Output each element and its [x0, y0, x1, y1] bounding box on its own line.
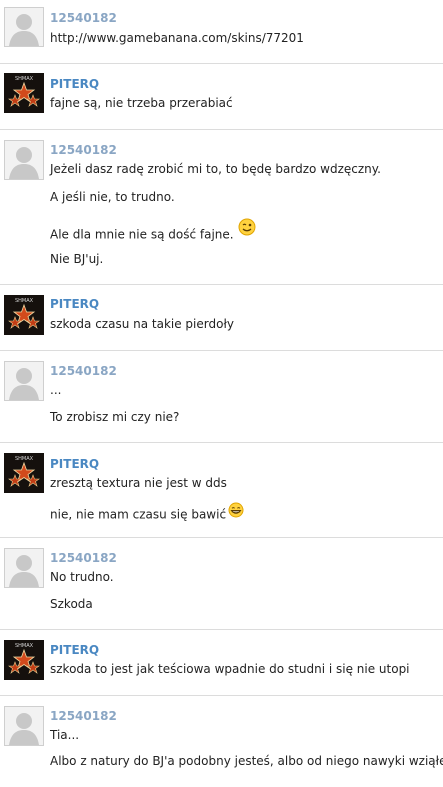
- author-name[interactable]: 12540182: [50, 143, 117, 157]
- author-name[interactable]: 12540182: [50, 551, 117, 565]
- star-logo-avatar-icon[interactable]: SHMAX: [4, 640, 44, 680]
- author-name[interactable]: PITERQ: [50, 297, 99, 311]
- svg-text:SHMAX: SHMAX: [15, 298, 34, 304]
- chat-log: 12540182 http://www.gamebanana.com/skins…: [0, 0, 443, 787]
- divider: [0, 537, 443, 538]
- divider: [0, 350, 443, 351]
- author-name[interactable]: 12540182: [50, 11, 117, 25]
- user-silhouette-icon[interactable]: [4, 361, 44, 401]
- user-silhouette-icon[interactable]: [4, 7, 44, 47]
- message-text: ...: [50, 383, 62, 397]
- star-logo-avatar-icon[interactable]: SHMAX: [4, 453, 44, 493]
- message-text: Ale dla mnie nie są dość fajne.: [50, 218, 256, 246]
- message-text: zresztą textura nie jest w dds: [50, 476, 227, 490]
- star-logo-avatar-icon[interactable]: SHMAX: [4, 73, 44, 113]
- message-text: Jeżeli dasz radę zrobić mi to, to będę b…: [50, 162, 381, 176]
- message-text: Tia...: [50, 728, 80, 742]
- author-name[interactable]: 12540182: [50, 709, 117, 723]
- divider: [0, 129, 443, 130]
- author-name[interactable]: PITERQ: [50, 457, 99, 471]
- message-text: nie, nie mam czasu się bawić: [50, 502, 244, 525]
- divider: [0, 442, 443, 443]
- svg-text:SHMAX: SHMAX: [15, 76, 34, 82]
- author-name[interactable]: PITERQ: [50, 643, 99, 657]
- message-text: nie, nie mam czasu się bawić: [50, 507, 227, 522]
- svg-text:SHMAX: SHMAX: [15, 456, 34, 462]
- message-text: Nie BJ'uj.: [50, 252, 104, 266]
- divider: [0, 63, 443, 64]
- star-logo-avatar-icon[interactable]: SHMAX: [4, 295, 44, 335]
- user-silhouette-icon[interactable]: [4, 548, 44, 588]
- divider: [0, 284, 443, 285]
- message-text: No trudno.: [50, 570, 114, 584]
- divider: [0, 629, 443, 630]
- message-text: Albo z natury do BJ'a podobny jesteś, al…: [50, 754, 443, 768]
- message-text: Ale dla mnie nie są dość fajne.: [50, 227, 234, 242]
- wink-emoji-icon: [238, 218, 256, 240]
- message-text: szkoda to jest jak teściowa wpadnie do s…: [50, 662, 410, 676]
- author-name[interactable]: 12540182: [50, 364, 117, 378]
- message-text: To zrobisz mi czy nie?: [50, 410, 180, 424]
- divider: [0, 695, 443, 696]
- user-silhouette-icon[interactable]: [4, 140, 44, 180]
- author-name[interactable]: PITERQ: [50, 77, 99, 91]
- message-text-link[interactable]: http://www.gamebanana.com/skins/77201: [50, 30, 304, 46]
- message-text: A jeśli nie, to trudno.: [50, 190, 175, 204]
- svg-text:SHMAX: SHMAX: [15, 643, 34, 649]
- user-silhouette-icon[interactable]: [4, 706, 44, 746]
- grin-emoji-icon: [228, 502, 244, 522]
- message-text: fajne są, nie trzeba przerabiać: [50, 96, 233, 110]
- message-text: szkoda czasu na takie pierdoły: [50, 317, 234, 331]
- message-text: Szkoda: [50, 597, 93, 611]
